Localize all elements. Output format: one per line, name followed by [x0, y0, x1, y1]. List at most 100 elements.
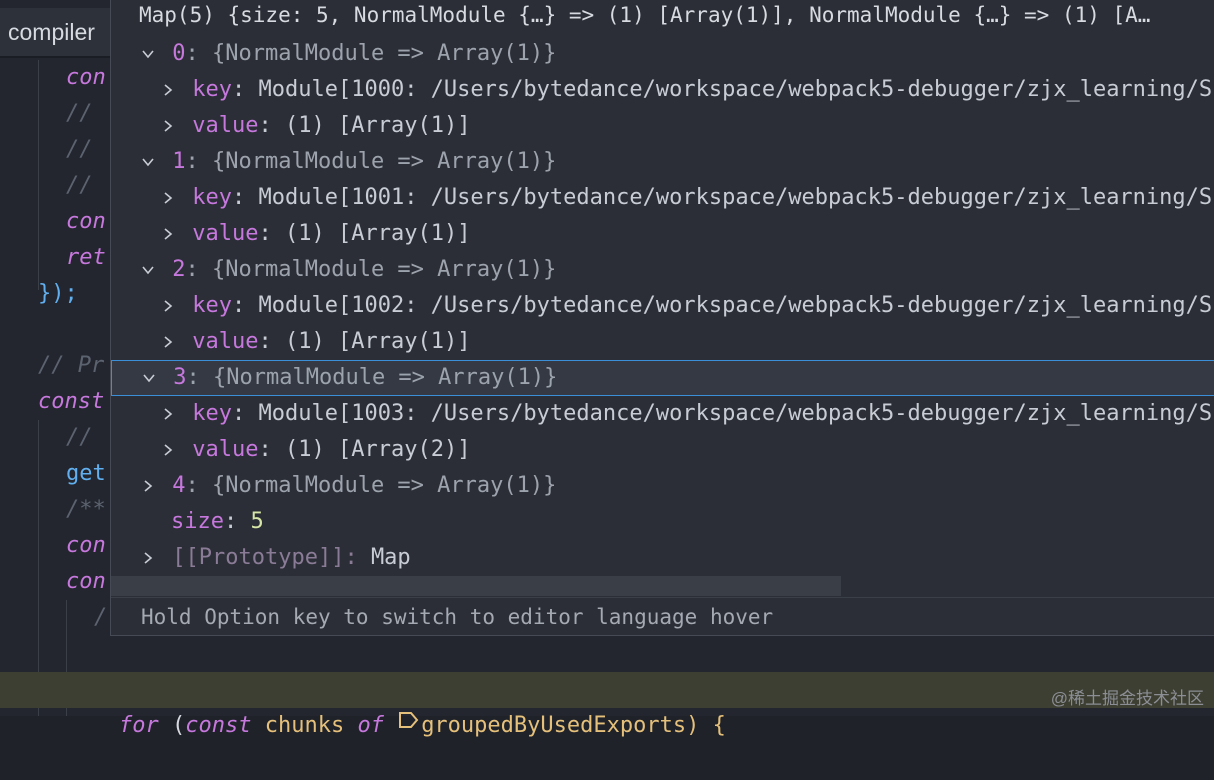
- entry-key-row[interactable]: key: Module[1003: /Users/bytedance/works…: [111, 396, 1214, 432]
- code-line[interactable]: /: [94, 600, 107, 636]
- space: [179, 221, 192, 246]
- brace: ) {: [686, 713, 726, 738]
- colon: :: [344, 545, 371, 570]
- code-token: });: [38, 281, 78, 306]
- watermark: @稀土掘金技术社区: [1051, 684, 1204, 709]
- value-count: (1): [285, 437, 325, 462]
- code-token: con: [66, 65, 106, 90]
- colon: :: [258, 113, 285, 138]
- chevron-right-icon[interactable]: [157, 396, 179, 432]
- code-line[interactable]: get: [66, 456, 106, 492]
- value-label: value: [192, 113, 258, 138]
- code-line[interactable]: //: [66, 420, 93, 456]
- key-label: key: [192, 293, 232, 318]
- horizontal-scrollbar[interactable]: [111, 576, 841, 596]
- prototype-value: Map: [371, 545, 411, 570]
- chevron-down-icon[interactable]: [138, 361, 160, 395]
- prototype-row[interactable]: [[Prototype]]: Map: [111, 540, 1214, 576]
- colon: :: [186, 41, 213, 66]
- chevron-right-icon[interactable]: [137, 540, 159, 576]
- map-entry[interactable]: 1: {NormalModule => Array(1)}: [111, 144, 1214, 180]
- code-token: ret: [66, 245, 106, 270]
- key-value: Module[1001: /Users/bytedance/workspace/…: [259, 185, 1214, 210]
- space: [179, 293, 192, 318]
- chevron-right-icon[interactable]: [157, 288, 179, 324]
- code-token: con: [66, 569, 106, 594]
- keyword: of: [357, 713, 384, 738]
- space: [160, 365, 173, 390]
- keyword: const: [185, 713, 251, 738]
- key-label: key: [192, 401, 232, 426]
- entry-value-row[interactable]: value: (1) [Array(1)]: [111, 216, 1214, 252]
- code-line[interactable]: const: [38, 384, 104, 420]
- code-line-for[interactable]: for (const chunks of groupedByUsedExport…: [66, 672, 726, 708]
- size-value: 5: [250, 509, 263, 534]
- colon: :: [232, 401, 259, 426]
- chevron-right-icon[interactable]: [157, 108, 179, 144]
- map-entry[interactable]: 2: {NormalModule => Array(1)}: [111, 252, 1214, 288]
- code-line[interactable]: con: [66, 60, 106, 96]
- chevron-down-icon[interactable]: [137, 252, 159, 288]
- code-line-get[interactable]: (groupedByExportsMap.get(module));: [94, 636, 597, 672]
- entry-key-row[interactable]: key: Module[1002: /Users/bytedance/works…: [111, 288, 1214, 324]
- chevron-right-icon[interactable]: [157, 324, 179, 360]
- entry-value-row[interactable]: value: (1) [Array(1)]: [111, 108, 1214, 144]
- code-line[interactable]: });: [38, 276, 78, 312]
- key-value: Module[1000: /Users/bytedance/workspace/…: [259, 77, 1214, 102]
- space: [384, 713, 397, 738]
- map-entry[interactable]: 0: {NormalModule => Array(1)}: [111, 36, 1214, 72]
- entry-value-row[interactable]: value: (1) [Array(2)]: [111, 432, 1214, 468]
- code-line[interactable]: //: [66, 96, 93, 132]
- colon: :: [258, 221, 285, 246]
- chevron-down-icon[interactable]: [137, 36, 159, 72]
- code-line[interactable]: // Pr: [38, 348, 104, 384]
- space: [159, 257, 172, 282]
- entry-key-row[interactable]: key: Module[1000: /Users/bytedance/works…: [111, 72, 1214, 108]
- space: [179, 401, 192, 426]
- space: [179, 185, 192, 210]
- code-line[interactable]: con: [66, 204, 106, 240]
- code-line[interactable]: /**: [66, 492, 106, 528]
- entry-value-row[interactable]: value: (1) [Array(1)]: [111, 324, 1214, 360]
- chevron-right-icon[interactable]: [157, 216, 179, 252]
- colon: :: [186, 149, 213, 174]
- code-token: get: [66, 461, 106, 486]
- value-label: value: [192, 221, 258, 246]
- chevron-down-icon[interactable]: [137, 144, 159, 180]
- value-text: [Array(1)]: [338, 221, 470, 246]
- editor-tab[interactable]: compiler: [0, 8, 110, 56]
- code-line[interactable]: con: [66, 528, 106, 564]
- chevron-right-icon[interactable]: [157, 432, 179, 468]
- chevron-right-icon[interactable]: [157, 180, 179, 216]
- debug-hover-widget[interactable]: Map(5) {size: 5, NormalModule {…} => (1)…: [110, 0, 1214, 636]
- colon: :: [232, 77, 259, 102]
- hover-hint: Hold Option key to switch to editor lang…: [111, 597, 1214, 635]
- colon: :: [186, 257, 213, 282]
- prototype-label: [[Prototype]]: [172, 545, 344, 570]
- space: [179, 113, 192, 138]
- code-line[interactable]: //: [66, 168, 93, 204]
- space: [159, 473, 172, 498]
- entry-summary: {NormalModule => Array(1)}: [212, 257, 556, 282]
- entry-index: 3: [173, 365, 186, 390]
- indent-guide: [38, 60, 39, 290]
- code-line[interactable]: ret: [66, 240, 106, 276]
- space: [159, 545, 172, 570]
- code-token: /: [94, 605, 107, 630]
- space: [159, 41, 172, 66]
- code-token: //: [66, 137, 93, 162]
- entry-index: 1: [172, 149, 185, 174]
- colon: :: [224, 509, 251, 534]
- chevron-right-icon[interactable]: [157, 72, 179, 108]
- code-line[interactable]: con: [66, 564, 106, 600]
- code-line[interactable]: //: [66, 132, 93, 168]
- space: [179, 329, 192, 354]
- map-entry[interactable]: 4: {NormalModule => Array(1)}: [111, 468, 1214, 504]
- tab-divider: [0, 56, 110, 58]
- code-token: con: [66, 209, 106, 234]
- entry-key-row[interactable]: key: Module[1001: /Users/bytedance/works…: [111, 180, 1214, 216]
- chevron-right-icon[interactable]: [137, 468, 159, 504]
- space: [325, 329, 338, 354]
- size-row[interactable]: size: 5: [111, 504, 1214, 540]
- map-entry[interactable]: 3: {NormalModule => Array(1)}: [111, 360, 1214, 396]
